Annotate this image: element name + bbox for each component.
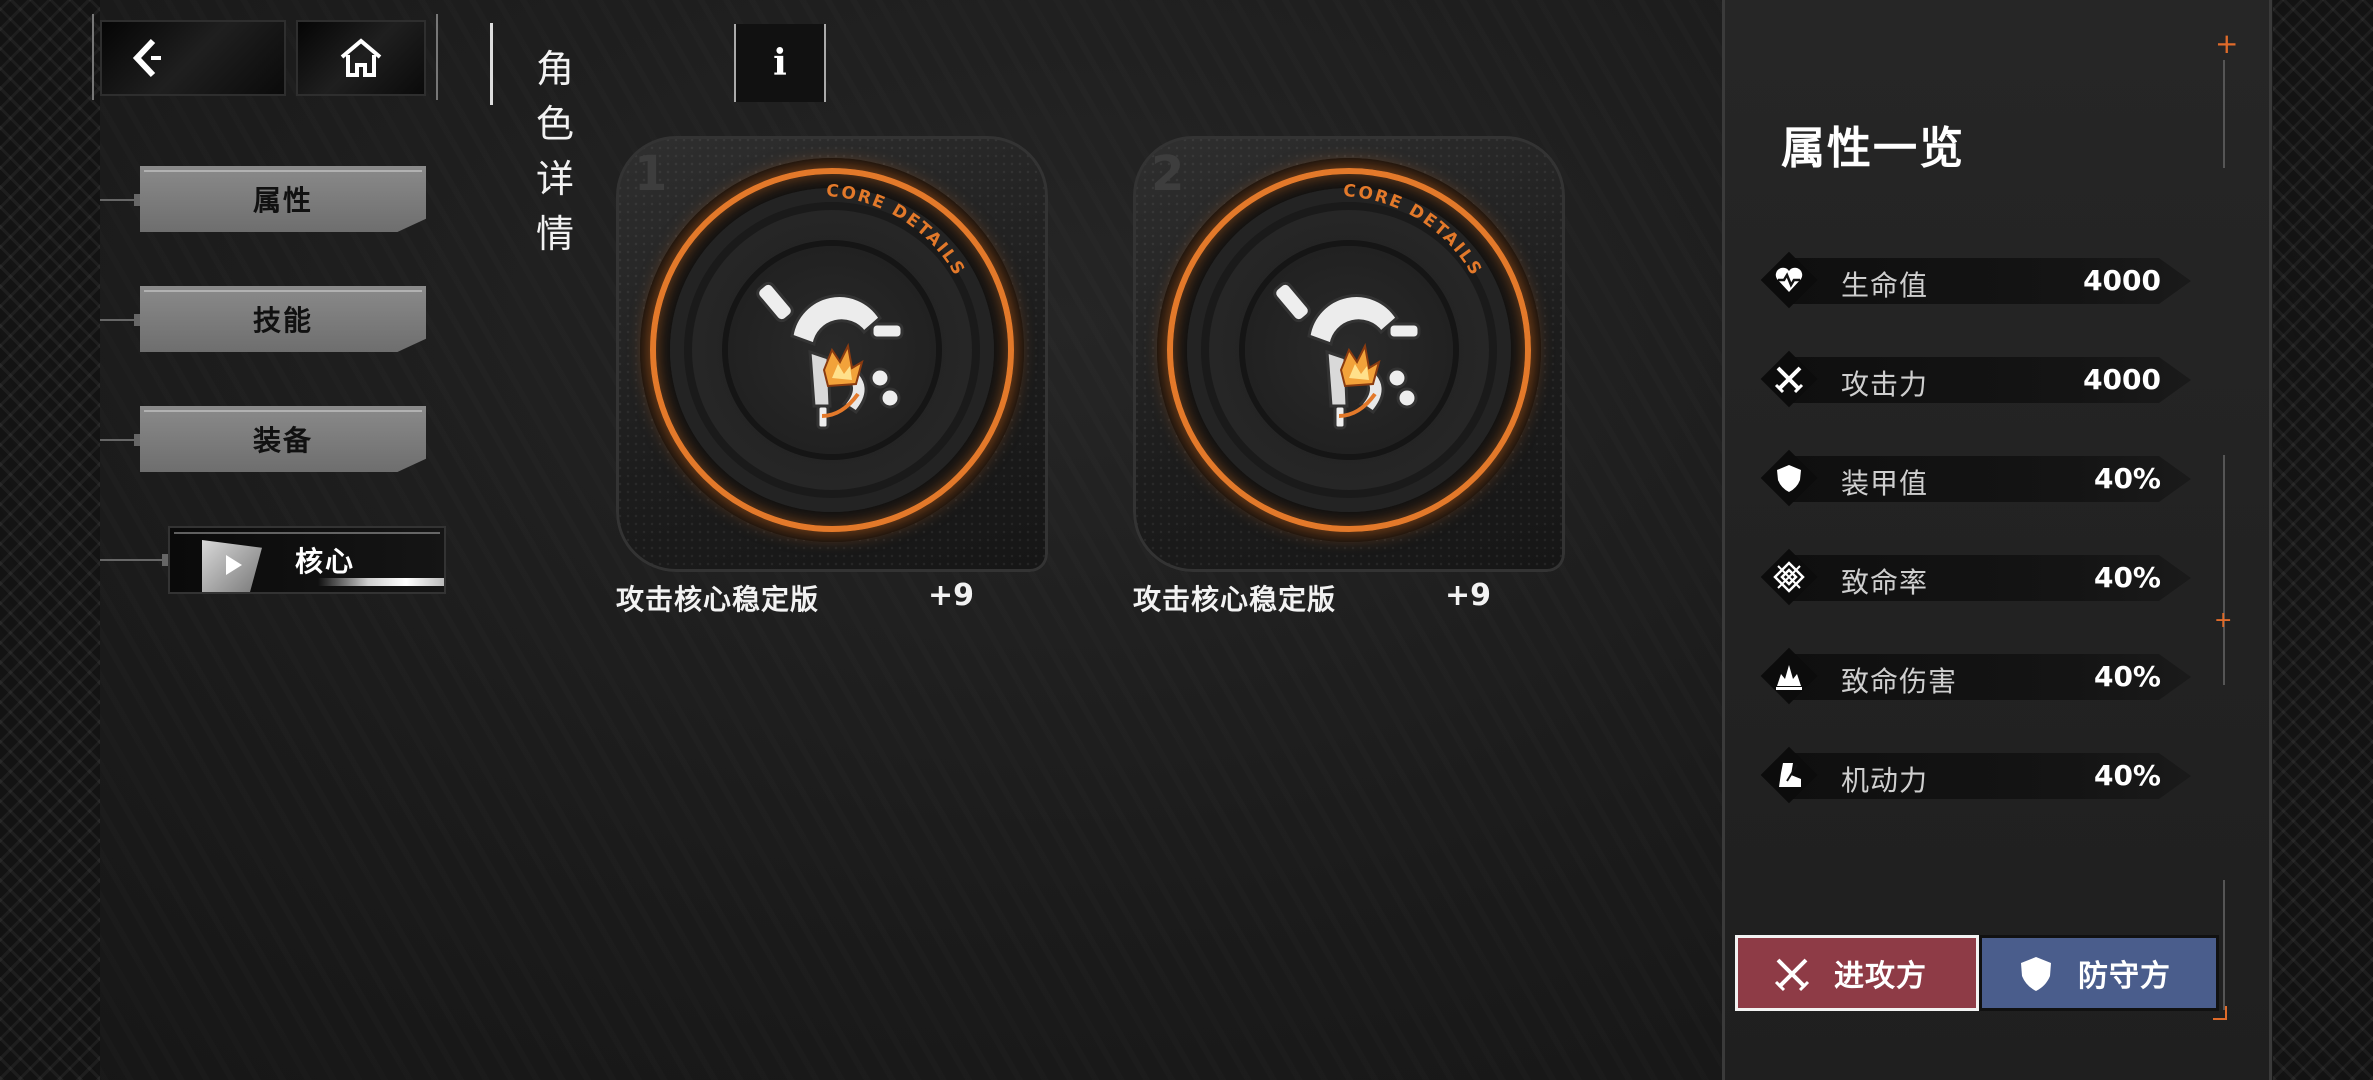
stat-label: 攻击力 [1841, 368, 1929, 401]
tab-connector [100, 554, 172, 566]
stat-label: 致命伤害 [1841, 665, 1958, 698]
explosion-icon [1771, 658, 1807, 694]
shield-icon [2021, 957, 2051, 991]
tab-equipment[interactable]: 装备 [140, 406, 426, 472]
crit-pattern-icon [1771, 559, 1807, 595]
panel-title: 属性一览 [1781, 123, 1965, 174]
panel-deco-line [2223, 455, 2225, 685]
shield-icon [1771, 460, 1807, 496]
defender-button[interactable]: 防守方 [1979, 935, 2219, 1011]
attacker-button-label: 进攻方 [1834, 959, 1927, 994]
core-name: 攻击核心稳定版 [616, 583, 820, 616]
core-name: 攻击核心稳定版 [1133, 583, 1337, 616]
stat-row-mobility: 机动力 40% [1760, 741, 2201, 811]
stat-row-hp: 生命值 4000 [1760, 246, 2201, 316]
attribute-panel: + + 属性一览 生命值 4000 攻击力 4000 装甲值 40% 致命率 4… [1722, 0, 2272, 1080]
stat-row-attack: 攻击力 4000 [1760, 345, 2201, 415]
tab-label: 核心 [295, 545, 356, 578]
tab-skills[interactable]: 技能 [140, 286, 426, 352]
stat-value: 4000 [2083, 363, 2161, 396]
stat-row-armor: 装甲值 40% [1760, 444, 2201, 514]
back-button[interactable] [100, 20, 286, 96]
tab-label: 技能 [252, 304, 313, 337]
stat-row-crit-damage: 致命伤害 40% [1760, 642, 2201, 712]
boot-icon [1771, 757, 1807, 793]
crossed-swords-icon [1771, 361, 1807, 397]
stat-label: 致命率 [1841, 566, 1929, 599]
play-triangle-icon [226, 555, 242, 575]
stat-value: 40% [2093, 759, 2161, 792]
panel-deco-line [2223, 60, 2225, 168]
left-edge-pattern [0, 0, 100, 1080]
tab-connector [100, 314, 144, 326]
tab-connector [100, 194, 144, 206]
active-tab-sheen [318, 578, 444, 586]
crossed-swords-icon [1774, 958, 1810, 992]
panel-plus-mark: + [2215, 27, 2239, 60]
panel-tick-mark: + [2214, 608, 2233, 633]
back-arrow-icon [132, 38, 161, 78]
attack-core-icon [1273, 281, 1421, 430]
stat-value: 40% [2093, 462, 2161, 495]
panel-deco-line [2223, 880, 2225, 1010]
stat-label: 装甲值 [1841, 467, 1929, 500]
stat-label: 机动力 [1841, 764, 1929, 797]
stat-value: 40% [2093, 660, 2161, 693]
core-level: +9 [928, 578, 975, 613]
attacker-button[interactable]: 进攻方 [1735, 935, 1979, 1011]
core-level: +9 [1445, 578, 1492, 613]
stat-value: 40% [2093, 561, 2161, 594]
info-button[interactable]: i [734, 24, 826, 102]
page-title: 角色详情 [536, 47, 577, 256]
attack-core-icon [756, 281, 904, 430]
tab-label: 装备 [252, 424, 313, 457]
title-divider [490, 23, 493, 105]
home-button[interactable] [296, 20, 426, 96]
home-icon [340, 38, 382, 77]
heart-pulse-icon [1771, 262, 1807, 298]
stat-value: 4000 [2083, 264, 2161, 297]
tab-label: 属性 [252, 184, 313, 217]
core-card[interactable]: 1 CORE DETAILS 攻击核心稳定版 +9 [616, 136, 1048, 616]
tab-attributes[interactable]: 属性 [140, 166, 426, 232]
right-edge-pattern [2273, 0, 2373, 1080]
stat-label: 生命值 [1841, 269, 1929, 302]
defender-button-label: 防守方 [2078, 959, 2171, 994]
stat-row-crit-rate: 致命率 40% [1760, 543, 2201, 613]
core-card[interactable]: 2 CORE DETAILS 攻击核心稳定版 +9 [1133, 136, 1565, 616]
tab-connector [100, 434, 144, 446]
